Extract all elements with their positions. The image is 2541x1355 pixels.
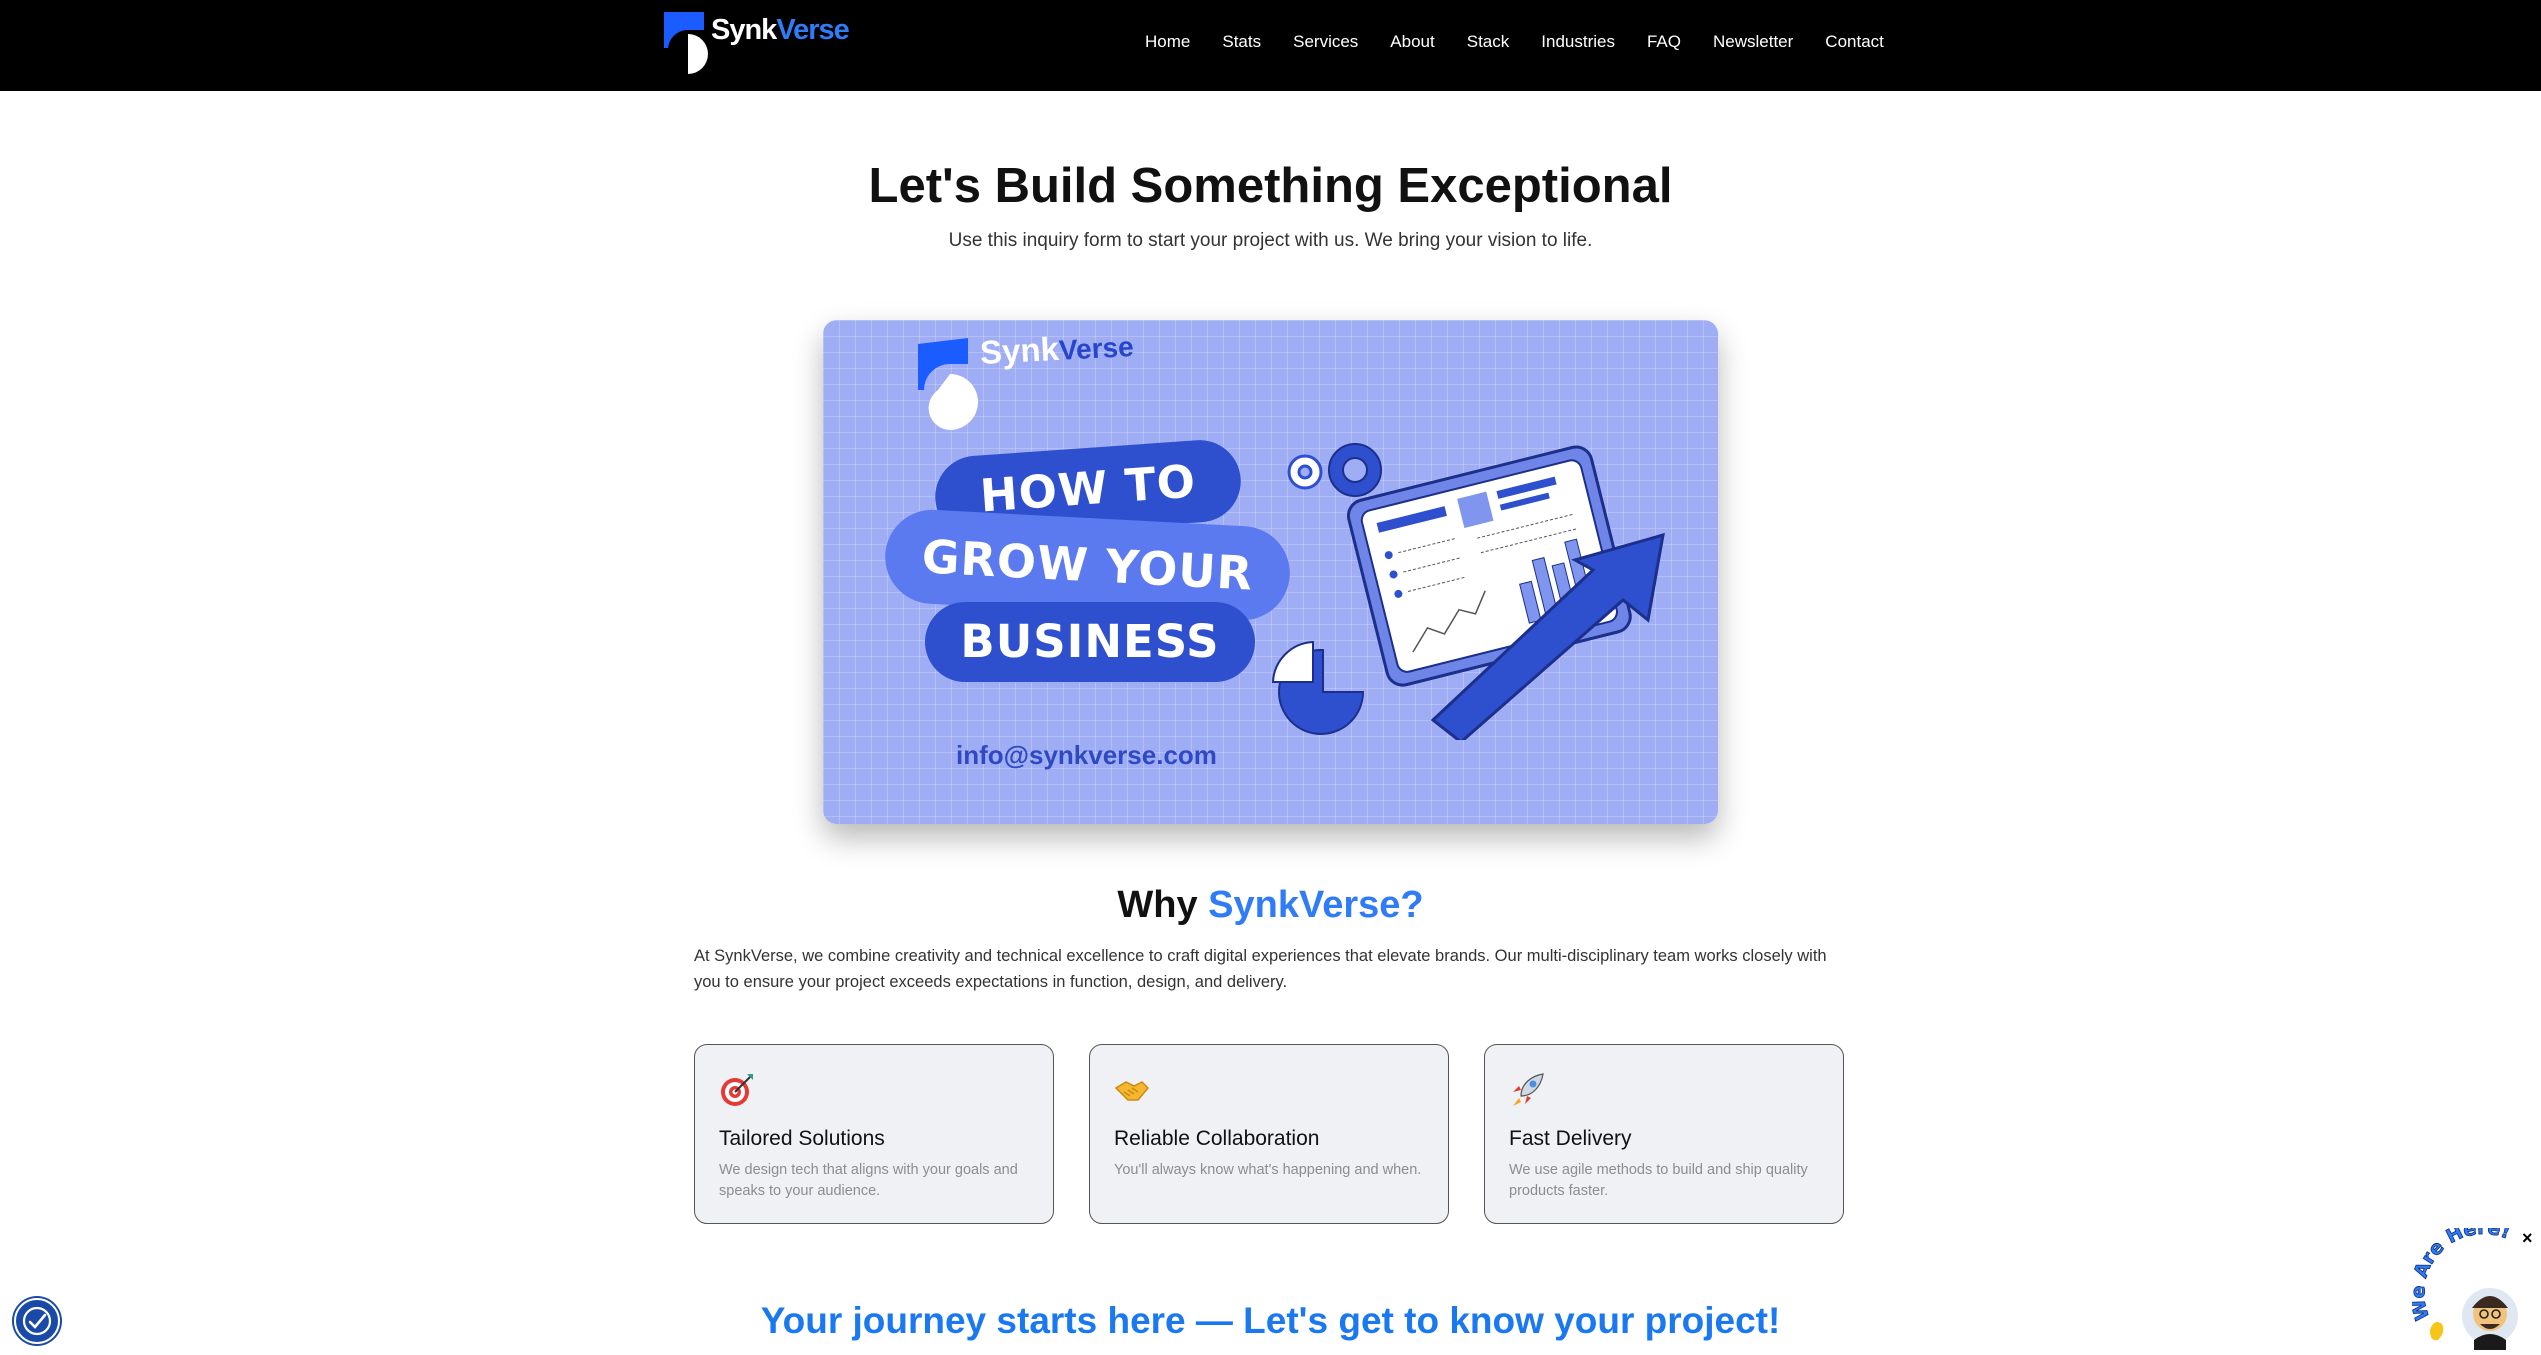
chat-widget-mascot: We Are Here! [2407, 1216, 2518, 1350]
feature-card-title: Tailored Solutions [719, 1127, 885, 1150]
nav-services[interactable]: Services [1293, 32, 1358, 52]
why-title-prefix: Why [1117, 884, 1198, 926]
feature-card-collaboration: Reliable Collaboration You'll always kno… [1089, 1044, 1449, 1224]
gear-icon [1287, 454, 1323, 490]
nav-contact[interactable]: Contact [1825, 32, 1884, 52]
page-subtitle: Use this inquiry form to start your proj… [948, 230, 1593, 251]
rocket-icon [1513, 1073, 1544, 1106]
nav-stack[interactable]: Stack [1467, 32, 1510, 52]
banner-logo-wordmark: SynkVerse [979, 329, 1135, 371]
nav-faq[interactable]: FAQ [1647, 32, 1681, 52]
top-navbar: SynkVerse Home Stats Services About Stac… [0, 0, 2541, 91]
journey-heading: Your journey starts here — Let's get to … [760, 1300, 1781, 1341]
nav-home[interactable]: Home [1145, 32, 1190, 52]
why-description: At SynkVerse, we combine creativity and … [694, 947, 1827, 991]
growth-dashboard-illustration [1271, 443, 1665, 740]
synkverse-logo[interactable]: SynkVerse [664, 12, 850, 74]
accessibility-icon [22, 1306, 52, 1336]
nav-industries[interactable]: Industries [1541, 32, 1615, 52]
feature-card-desc: We use agile methods to build and ship q… [1509, 1162, 1808, 1199]
target-icon [721, 1074, 753, 1106]
banner-email: info@synkverse.com [956, 740, 1217, 770]
main-menu: Home Stats Services About Stack Industri… [1145, 32, 1884, 52]
feature-card-title: Fast Delivery [1509, 1127, 1632, 1150]
why-section-title: Why SynkVerse? [0, 884, 2541, 927]
handshake-icon [1114, 1081, 1150, 1101]
banner-line-3: BUSINESS [925, 602, 1255, 682]
chat-widget[interactable]: We Are Here! [2407, 1216, 2541, 1350]
gear-icon [1328, 443, 1382, 497]
why-title-accent: SynkVerse? [1208, 884, 1424, 926]
feature-card-title: Reliable Collaboration [1114, 1127, 1320, 1150]
banner-logo: SynkVerse [918, 330, 1148, 430]
logo-mark-icon [664, 12, 708, 74]
nav-newsletter[interactable]: Newsletter [1713, 32, 1793, 52]
feature-card-delivery: Fast Delivery We use agile methods to bu… [1484, 1044, 1844, 1224]
nav-stats[interactable]: Stats [1222, 32, 1261, 52]
nav-about[interactable]: About [1390, 32, 1434, 52]
pie-chart-icon [1271, 640, 1365, 735]
feature-card-desc: You'll always know what's happening and … [1114, 1162, 1422, 1178]
feature-card-desc: We design tech that aligns with your goa… [719, 1162, 1018, 1199]
feature-card-tailored: Tailored Solutions We design tech that a… [694, 1044, 1054, 1224]
accessibility-button[interactable] [14, 1298, 60, 1344]
banner-logo-mark-icon [918, 338, 978, 430]
hero-banner-image: SynkVerse HOW TO GROW YOUR BUSINESS info… [823, 320, 1718, 824]
page-title: Let's Build Something Exceptional [868, 159, 1673, 213]
logo-wordmark: SynkVerse [711, 14, 850, 46]
